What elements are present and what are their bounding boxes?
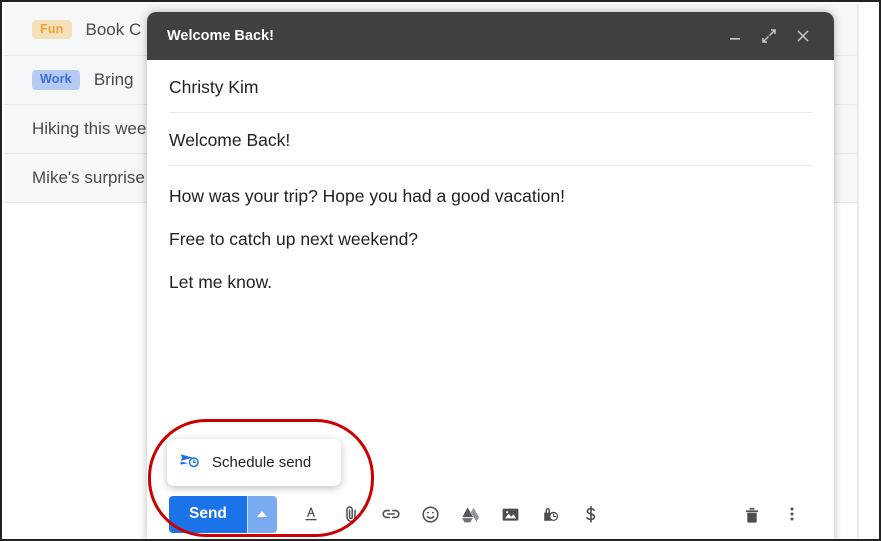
label-chip[interactable]: Work [32, 70, 80, 90]
compose-titlebar: Welcome Back! [147, 12, 834, 60]
insert-emoji-icon[interactable] [411, 494, 451, 534]
message-paragraph: Free to catch up next weekend? [169, 228, 419, 249]
formatting-options-icon[interactable] [291, 494, 331, 534]
label-chip[interactable]: Fun [32, 19, 72, 40]
schedule-send-icon [179, 450, 201, 475]
expand-icon[interactable] [752, 19, 786, 53]
insert-link-icon[interactable] [371, 494, 411, 534]
recipient-field[interactable]: Christy Kim [169, 60, 812, 113]
compose-body: Christy Kim Welcome Back! How was your t… [147, 60, 834, 485]
send-button-group: Send [169, 495, 277, 533]
insert-money-icon[interactable] [571, 494, 611, 534]
list-right-edge [857, 4, 859, 539]
mail-subject: Mike's surprise [32, 168, 145, 187]
mail-subject: Book C [85, 19, 142, 39]
message-body-editor[interactable]: How was your trip? Hope you had a good v… [169, 166, 812, 485]
discard-draft-icon[interactable] [732, 494, 772, 534]
schedule-send-label: Schedule send [212, 454, 312, 471]
attach-file-icon[interactable] [331, 494, 371, 534]
screenshot-root: Fun Book C Work Bring Hiking this wee Mi… [0, 0, 881, 541]
more-options-icon[interactable] [772, 494, 812, 534]
schedule-send-menu-item[interactable]: Schedule send [167, 439, 341, 486]
confidential-mode-icon[interactable] [531, 494, 571, 534]
message-paragraph: How was your trip? Hope you had a good v… [169, 186, 565, 206]
mail-subject: Hiking this wee [32, 119, 147, 138]
message-paragraph: Let me know. [169, 271, 273, 292]
send-button[interactable]: Send [169, 495, 247, 533]
minimize-icon[interactable] [718, 19, 752, 53]
insert-photo-icon[interactable] [491, 494, 531, 534]
compose-toolbar: Send [147, 485, 834, 539]
subject-field[interactable]: Welcome Back! [169, 113, 812, 166]
insert-drive-icon[interactable] [451, 494, 491, 534]
mail-subject: Bring [93, 70, 134, 89]
close-icon[interactable] [786, 19, 820, 53]
send-options-dropdown-icon[interactable] [246, 495, 277, 533]
compose-tool-icons [291, 494, 611, 534]
compose-window-title: Welcome Back! [167, 28, 274, 44]
